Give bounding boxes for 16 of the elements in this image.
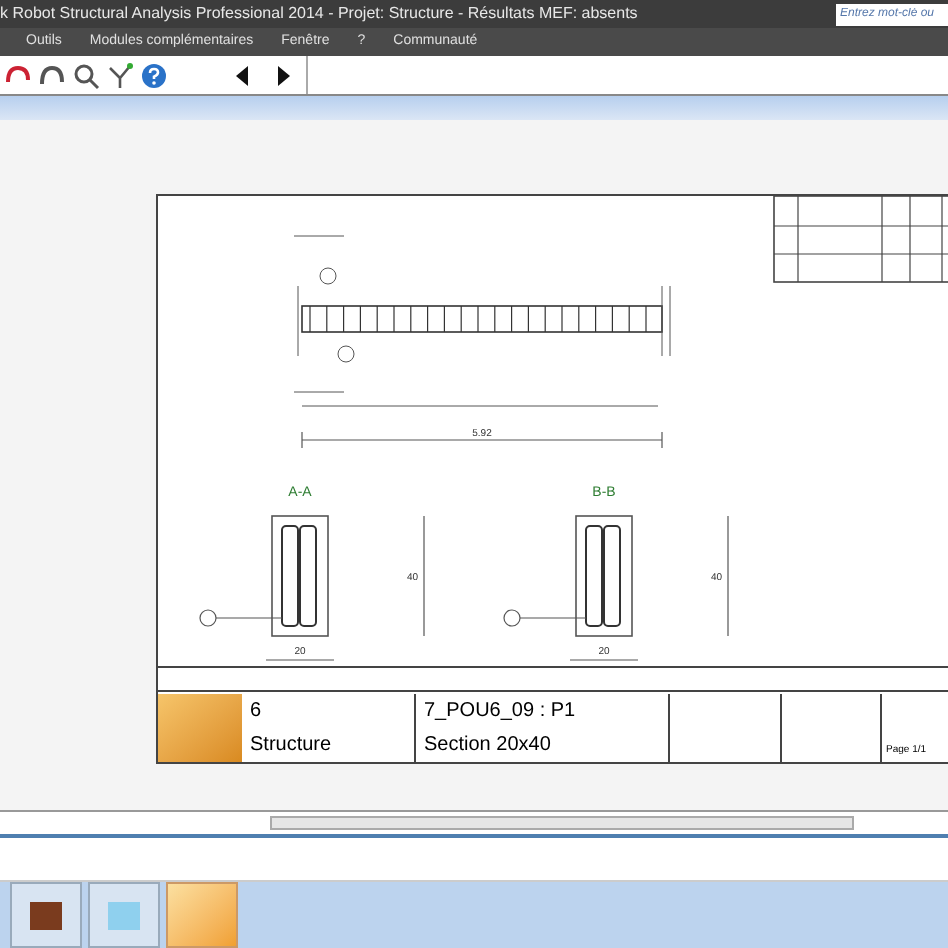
zoom-icon[interactable] xyxy=(72,61,100,89)
sheet-number: 6 xyxy=(250,697,264,726)
redo-icon[interactable] xyxy=(38,61,66,89)
branch-icon[interactable] xyxy=(106,61,134,89)
scroll-bar[interactable] xyxy=(270,816,854,830)
next-arrow-icon[interactable] xyxy=(276,65,292,85)
element-name: 7_POU6_09 : P1 xyxy=(424,697,578,726)
logo-icon xyxy=(158,693,242,761)
cross-section-drawing xyxy=(199,515,329,637)
previous-arrow-icon[interactable] xyxy=(234,65,250,85)
project-name: Structure xyxy=(250,731,334,760)
app-icon[interactable] xyxy=(10,882,82,948)
cross-section-drawing xyxy=(503,515,633,637)
help-icon[interactable] xyxy=(140,61,168,89)
window-title: k Robot Structural Analysis Professional 2014 - Projet: Structure - Résultats MEF: absents xyxy=(0,2,638,26)
section-name: Section 20x40 xyxy=(424,731,553,760)
